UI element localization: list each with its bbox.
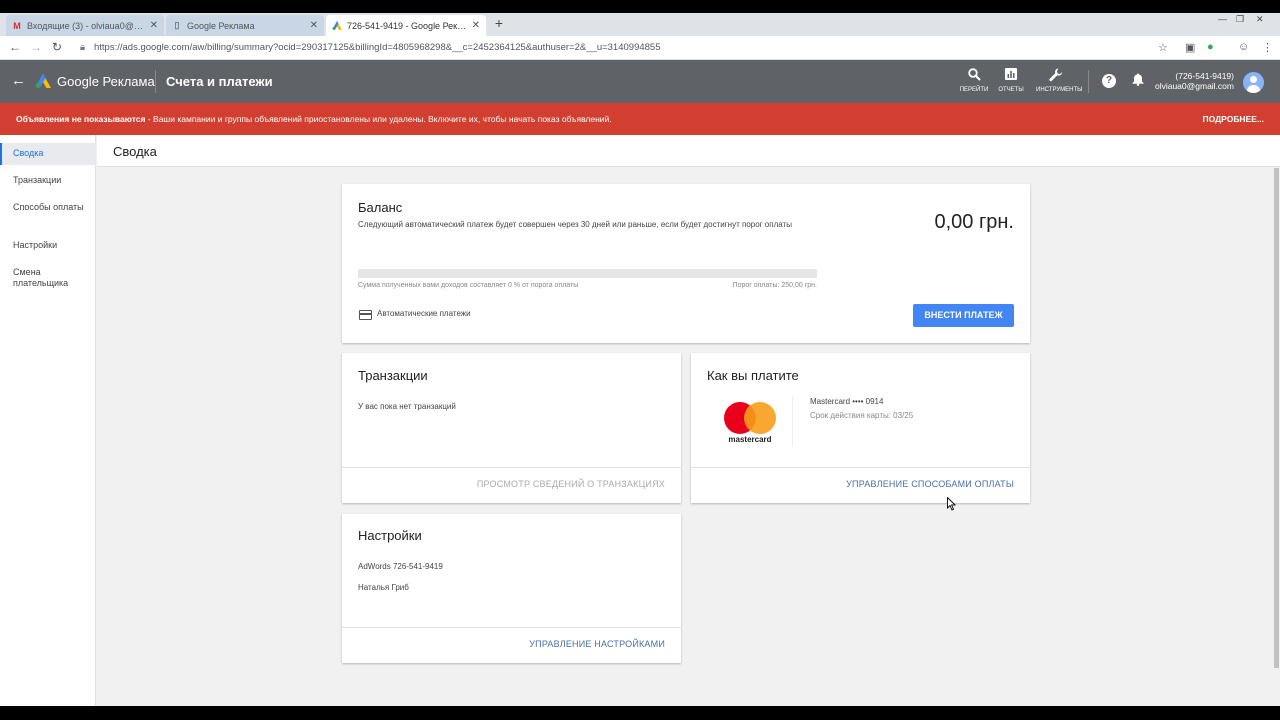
mastercard-logo-icon: mastercard [724, 402, 776, 446]
account-email: olviaua0@gmail.com [1154, 81, 1234, 91]
tab-label: Входящие (3) - olviaua0@gmail [27, 20, 146, 31]
settings-card: Настройки AdWords 726-541-9419 Наталья Г… [342, 514, 681, 663]
header-divider [155, 70, 156, 93]
reports-icon [991, 68, 1031, 84]
scrollbar-thumb[interactable] [1274, 168, 1279, 668]
notifications-bell-icon[interactable] [1132, 73, 1144, 89]
page-title: Счета и платежи [166, 74, 273, 89]
payment-method-title: Как вы платите [707, 368, 799, 383]
card-divider [342, 627, 681, 628]
progress-right-label: Порог оплаты: 250,00 грн. [732, 282, 817, 289]
ads-paused-banner: Объявления не показываются - Ваши кампан… [0, 103, 1280, 135]
credit-card-icon [359, 310, 372, 320]
settings-name: Наталья Гриб [358, 583, 409, 592]
page-icon: ▯ [174, 20, 180, 30]
sidebar-item-payment-methods[interactable]: Способы оплаты [0, 202, 96, 213]
progress-left-label: Сумма полученных вами доходов составляет… [358, 282, 579, 289]
settings-title: Настройки [358, 528, 422, 543]
sidebar-item-summary[interactable]: Сводка [0, 143, 96, 165]
transactions-title: Транзакции [358, 368, 428, 383]
reports-button[interactable]: ОТЧЕТЫ [991, 68, 1031, 93]
help-icon[interactable]: ? [1102, 74, 1116, 88]
go-to-button[interactable]: ПЕРЕЙТИ [954, 68, 994, 93]
manage-payment-methods-link[interactable]: УПРАВЛЕНИЕ СПОСОБАМИ ОПЛАТЫ [846, 479, 1014, 489]
card-divider [691, 467, 1030, 468]
go-to-label: ПЕРЕЙТИ [959, 87, 989, 93]
banner-bold: Объявления не показываются [16, 114, 146, 124]
back-arrow-icon[interactable]: ← [11, 72, 26, 89]
sidebar-item-settings[interactable]: Настройки [0, 240, 96, 251]
balance-amount: 0,00 грн. [934, 211, 1014, 233]
extension-icon[interactable]: ▣ [1185, 41, 1195, 54]
banner-message: Объявления не показываются - Ваши кампан… [16, 114, 612, 124]
browser-tab-google-ads[interactable]: ▯ Google Реклама ✕ [166, 15, 324, 36]
url-text: https://ads.google.com/aw/billing/summar… [94, 42, 661, 53]
extension-green-icon[interactable]: ● [1207, 41, 1214, 53]
transactions-empty-text: У вас пока нет транзакций [358, 402, 456, 411]
restore-icon[interactable]: ❐ [1236, 14, 1244, 25]
sidebar-item-transactions[interactable]: Транзакции [0, 175, 96, 186]
address-bar: ← → ↻ 🔒︎ https://ads.google.com/aw/billin… [0, 36, 1280, 60]
tab-label: 726-541-9419 - Google Реклама [347, 20, 468, 31]
balance-description: Следующий автоматический платеж будет со… [358, 220, 792, 229]
page-heading: Сводка [113, 144, 157, 159]
make-payment-button[interactable]: ВНЕСТИ ПЛАТЕЖ [913, 304, 1014, 327]
tab-label: Google Реклама [187, 20, 255, 31]
close-icon[interactable]: ✕ [472, 20, 480, 31]
sidebar-item-change-payer[interactable]: Смена плательщика [0, 267, 80, 289]
gmail-icon: M [13, 20, 21, 31]
card-expiry: Срок действия карты: 03/25 [810, 411, 914, 420]
letterbox-top [0, 0, 1280, 13]
threshold-progress-bar [358, 269, 817, 278]
search-icon [954, 68, 994, 84]
auto-payments-label: Автоматические платежи [377, 309, 471, 318]
screen: M Входящие (3) - olviaua0@gmail ✕ ▯ Goog… [0, 0, 1280, 720]
mastercard-logo-text: mastercard [728, 435, 772, 444]
avatar[interactable] [1243, 72, 1264, 93]
transactions-card: Транзакции У вас пока нет транзакций ПРО… [342, 353, 681, 503]
browser-tab-gmail[interactable]: M Входящие (3) - olviaua0@gmail ✕ [6, 15, 164, 36]
settings-account: AdWords 726-541-9419 [358, 562, 443, 571]
tools-button[interactable]: ИНСТРУМЕНТЫ [1036, 68, 1083, 93]
card-divider [342, 467, 681, 468]
reports-label: ОТЧЕТЫ [998, 87, 1024, 93]
brand-name: Google Реклама [57, 74, 155, 89]
letterbox-bottom [0, 706, 1280, 720]
banner-text: - Ваши кампании и группы объявлений прио… [145, 114, 612, 124]
page-heading-bar: Сводка [97, 135, 1280, 167]
tools-label: ИНСТРУМЕНТЫ [1036, 87, 1083, 93]
browser-tab-strip: M Входящие (3) - olviaua0@gmail ✕ ▯ Goog… [0, 13, 1280, 36]
forward-icon[interactable]: → [29, 40, 43, 54]
lock-icon: 🔒︎ [80, 42, 86, 53]
card-number: Mastercard •••• 0914 [810, 397, 884, 406]
window-close-icon[interactable]: ✕ [1256, 14, 1264, 25]
close-icon[interactable]: ✕ [150, 20, 158, 31]
account-id: (726-541-9419) [1175, 71, 1234, 81]
banner-more-link[interactable]: ПОДРОБНЕЕ... [1202, 114, 1264, 124]
browser-tab-active[interactable]: 726-541-9419 - Google Реклама ✕ [326, 15, 486, 36]
payment-method-card: Как вы платите mastercard Mastercard •••… [691, 353, 1030, 503]
wrench-icon [1036, 68, 1076, 84]
minimize-icon[interactable]: — [1218, 14, 1227, 24]
logo-divider [792, 395, 793, 447]
new-tab-icon[interactable]: + [491, 15, 507, 31]
balance-title: Баланс [358, 200, 403, 215]
view-transactions-link[interactable]: ПРОСМОТР СВЕДЕНИЙ О ТРАНЗАКЦИЯХ [477, 479, 665, 489]
ads-header: ← Google Реклама Счета и платежи ПЕРЕЙТИ… [0, 60, 1280, 103]
back-icon[interactable]: ← [8, 40, 22, 54]
header-divider [1088, 70, 1089, 93]
close-icon[interactable]: ✕ [310, 20, 318, 31]
google-ads-logo-icon [35, 74, 51, 88]
reload-icon[interactable]: ↻ [50, 40, 64, 54]
balance-card: Баланс Следующий автоматический платеж б… [342, 184, 1030, 343]
bookmark-star-icon[interactable]: ☆ [1158, 41, 1168, 54]
profile-icon[interactable]: ☺ [1238, 41, 1249, 53]
sidebar: Сводка Транзакции Способы оплаты Настрой… [0, 135, 96, 706]
manage-settings-link[interactable]: УПРАВЛЕНИЕ НАСТРОЙКАМИ [529, 639, 665, 649]
account-info[interactable]: (726-541-9419) olviaua0@gmail.com [1155, 71, 1234, 91]
url-field[interactable]: 🔒︎ https://ads.google.com/aw/billing/summ… [80, 42, 660, 53]
menu-dots-icon[interactable]: ⋮ [1262, 41, 1273, 54]
google-ads-icon [332, 21, 342, 31]
